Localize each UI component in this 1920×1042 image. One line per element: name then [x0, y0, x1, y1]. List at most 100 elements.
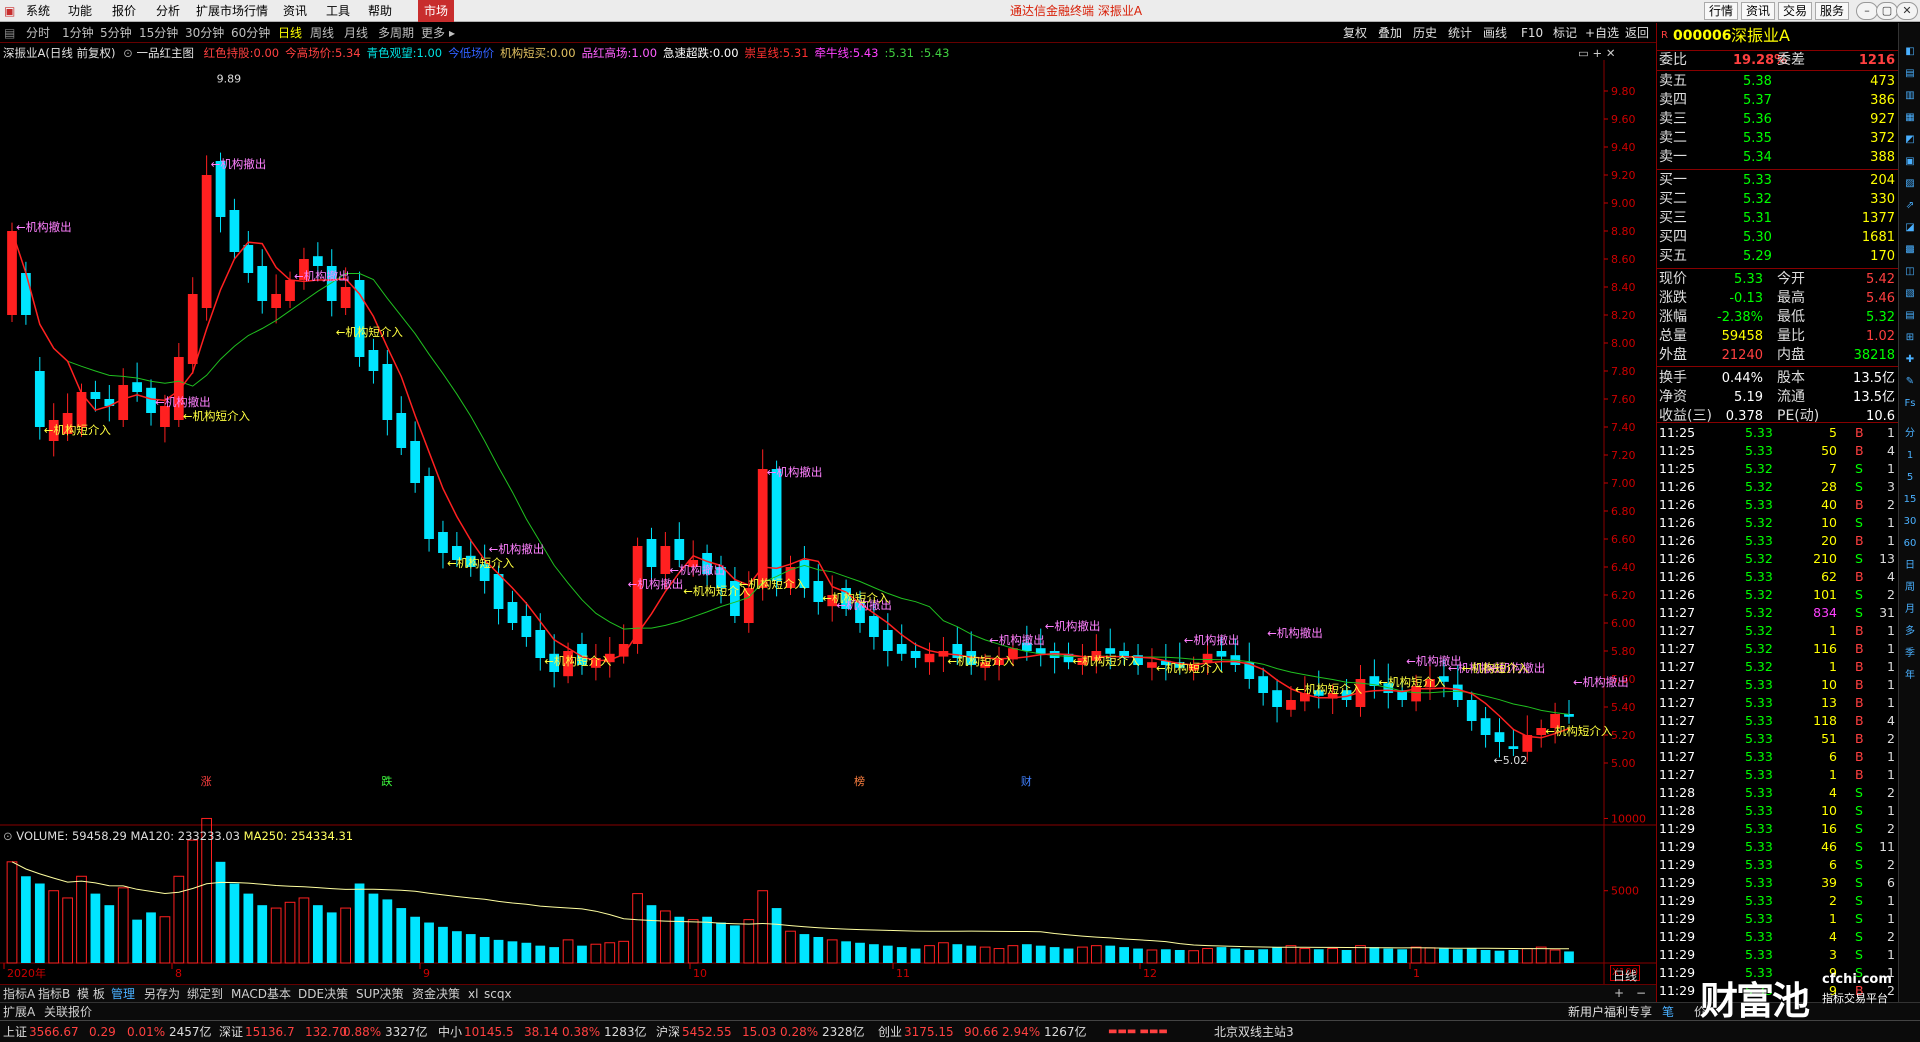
- index-name[interactable]: 深证: [219, 1021, 243, 1042]
- side-period-icon[interactable]: 分: [1901, 425, 1919, 443]
- ask-row[interactable]: 卖二 5.35 372: [1657, 129, 1899, 148]
- side-period-icon[interactable]: 15: [1901, 491, 1919, 509]
- ask-row[interactable]: 卖四 5.37 386: [1657, 91, 1899, 110]
- indicator-tab[interactable]: 指标A: [3, 985, 35, 1003]
- tab-period-60min[interactable]: 60分钟: [231, 23, 270, 43]
- index-name[interactable]: 创业: [878, 1021, 902, 1042]
- side-tool-icon[interactable]: ▤: [1901, 65, 1919, 83]
- side-period-icon[interactable]: 5: [1901, 469, 1919, 487]
- indicator-tab[interactable]: 资金决策: [412, 985, 460, 1003]
- tab-period-multi[interactable]: 多周期: [378, 23, 414, 43]
- indicator-tab[interactable]: xl: [468, 985, 478, 1003]
- indicator-tab[interactable]: MACD基本: [231, 985, 291, 1003]
- tab-period-1min[interactable]: 1分钟: [62, 23, 94, 43]
- close-icon[interactable]: ✕: [1896, 2, 1918, 20]
- history-button[interactable]: 历史: [1413, 23, 1437, 43]
- minimize-icon[interactable]: –: [1856, 2, 1878, 20]
- side-period-icon[interactable]: 1: [1901, 447, 1919, 465]
- index-name[interactable]: 沪深: [656, 1021, 680, 1042]
- side-period-icon[interactable]: 年: [1901, 667, 1919, 685]
- side-period-icon[interactable]: 日: [1901, 557, 1919, 575]
- side-period-icon[interactable]: 30: [1901, 513, 1919, 531]
- chart-add-icon[interactable]: +: [1593, 46, 1603, 60]
- zoom-out-icon[interactable]: −: [1636, 984, 1646, 1002]
- side-tool-icon[interactable]: ▦: [1901, 109, 1919, 127]
- side-tool-icon[interactable]: ⊞: [1901, 329, 1919, 347]
- indicator-tab[interactable]: 另存为: [144, 985, 180, 1003]
- side-tool-icon[interactable]: Fs: [1901, 395, 1919, 413]
- volume-toggle-icon[interactable]: ⊙: [3, 829, 13, 843]
- legend-indicator[interactable]: 一品红主图: [136, 46, 194, 60]
- bid-row[interactable]: 买二 5.32 330: [1657, 190, 1899, 209]
- index-name[interactable]: 上证: [3, 1021, 27, 1042]
- side-tool-icon[interactable]: ◪: [1901, 219, 1919, 237]
- side-period-icon[interactable]: 周: [1901, 579, 1919, 597]
- adjust-button[interactable]: 复权: [1343, 23, 1367, 43]
- chart-close-icon[interactable]: ✕: [1606, 46, 1616, 60]
- indicator-tab[interactable]: SUP决策: [356, 985, 404, 1003]
- bid-row[interactable]: 买四 5.30 1681: [1657, 228, 1899, 247]
- ask-row[interactable]: 卖三 5.36 927: [1657, 110, 1899, 129]
- index-name[interactable]: 中小: [438, 1021, 462, 1042]
- indicator-tab[interactable]: 指标B: [38, 985, 70, 1003]
- related-quote-tab[interactable]: 关联报价: [44, 1003, 92, 1021]
- side-tool-icon[interactable]: ◫: [1901, 263, 1919, 281]
- tab-period-30min[interactable]: 30分钟: [185, 23, 224, 43]
- trade-button[interactable]: 交易: [1778, 2, 1813, 20]
- side-period-icon[interactable]: 季: [1901, 645, 1919, 663]
- menu-market[interactable]: 市场: [418, 0, 455, 22]
- indicator-tab[interactable]: scqx: [484, 985, 512, 1003]
- menu-news[interactable]: 资讯: [283, 0, 307, 22]
- side-period-icon[interactable]: 月: [1901, 601, 1919, 619]
- restore-icon[interactable]: ▢: [1876, 2, 1898, 20]
- server-station[interactable]: 北京双线主站3: [1214, 1021, 1294, 1042]
- tab-period-month[interactable]: 月线: [344, 23, 368, 43]
- menu-ext-market[interactable]: 扩展市场行情: [196, 0, 268, 22]
- tab-period-more[interactable]: 更多: [421, 23, 445, 43]
- bid-row[interactable]: 买一 5.33 204: [1657, 171, 1899, 190]
- service-button[interactable]: 服务: [1815, 2, 1850, 20]
- layout-icon[interactable]: ▤: [4, 23, 15, 43]
- side-tool-icon[interactable]: ▣: [1901, 153, 1919, 171]
- menu-analysis[interactable]: 分析: [156, 0, 180, 22]
- stats-button[interactable]: 统计: [1448, 23, 1472, 43]
- side-tool-icon[interactable]: ▨: [1901, 175, 1919, 193]
- tab-period-5min[interactable]: 5分钟: [100, 23, 132, 43]
- side-tool-icon[interactable]: ◧: [1901, 43, 1919, 61]
- side-tool-icon[interactable]: ⇗: [1901, 197, 1919, 215]
- menu-function[interactable]: 功能: [68, 0, 92, 22]
- ask-row[interactable]: 卖五 5.38 473: [1657, 72, 1899, 91]
- side-period-icon[interactable]: 60: [1901, 535, 1919, 553]
- back-button[interactable]: 返回: [1625, 23, 1649, 43]
- zoom-in-icon[interactable]: +: [1614, 984, 1624, 1002]
- side-period-icon[interactable]: 多: [1901, 623, 1919, 641]
- menu-system[interactable]: 系统: [26, 0, 50, 22]
- mark-button[interactable]: 标记: [1553, 23, 1577, 43]
- tab-period-15min[interactable]: 15分钟: [139, 23, 178, 43]
- indicator-tab[interactable]: 模 板: [77, 985, 105, 1003]
- side-tool-icon[interactable]: ✚: [1901, 351, 1919, 369]
- bid-row[interactable]: 买五 5.29 170: [1657, 247, 1899, 266]
- side-tool-icon[interactable]: ▥: [1901, 87, 1919, 105]
- side-tool-icon[interactable]: ✎: [1901, 373, 1919, 391]
- side-tool-icon[interactable]: ▩: [1901, 241, 1919, 259]
- promo-link[interactable]: 新用户福利专享: [1568, 1003, 1652, 1021]
- side-tool-icon[interactable]: ▧: [1901, 285, 1919, 303]
- indicator-toggle-icon[interactable]: ⊙: [123, 46, 133, 60]
- tab-period-day[interactable]: 日线: [278, 23, 302, 43]
- pen-tab[interactable]: 笔: [1662, 1003, 1674, 1021]
- chevron-right-icon[interactable]: ▸: [449, 23, 455, 43]
- indicator-tab[interactable]: 管理: [111, 985, 135, 1003]
- menu-quote[interactable]: 报价: [112, 0, 136, 22]
- overlay-button[interactable]: 叠加: [1378, 23, 1402, 43]
- add-favorite-button[interactable]: +自选: [1585, 23, 1619, 43]
- side-tool-icon[interactable]: ◩: [1901, 131, 1919, 149]
- indicator-tab[interactable]: DDE决策: [298, 985, 348, 1003]
- tab-period-timeshare[interactable]: 分时: [26, 23, 50, 43]
- quote-button[interactable]: 行情: [1704, 2, 1739, 20]
- ext-a-tab[interactable]: 扩展A: [3, 1003, 35, 1021]
- f10-button[interactable]: F10: [1521, 23, 1543, 43]
- menu-tools[interactable]: 工具: [326, 0, 350, 22]
- chart-settings-icon[interactable]: ▭: [1578, 46, 1589, 60]
- indicator-tab[interactable]: 绑定到: [187, 985, 223, 1003]
